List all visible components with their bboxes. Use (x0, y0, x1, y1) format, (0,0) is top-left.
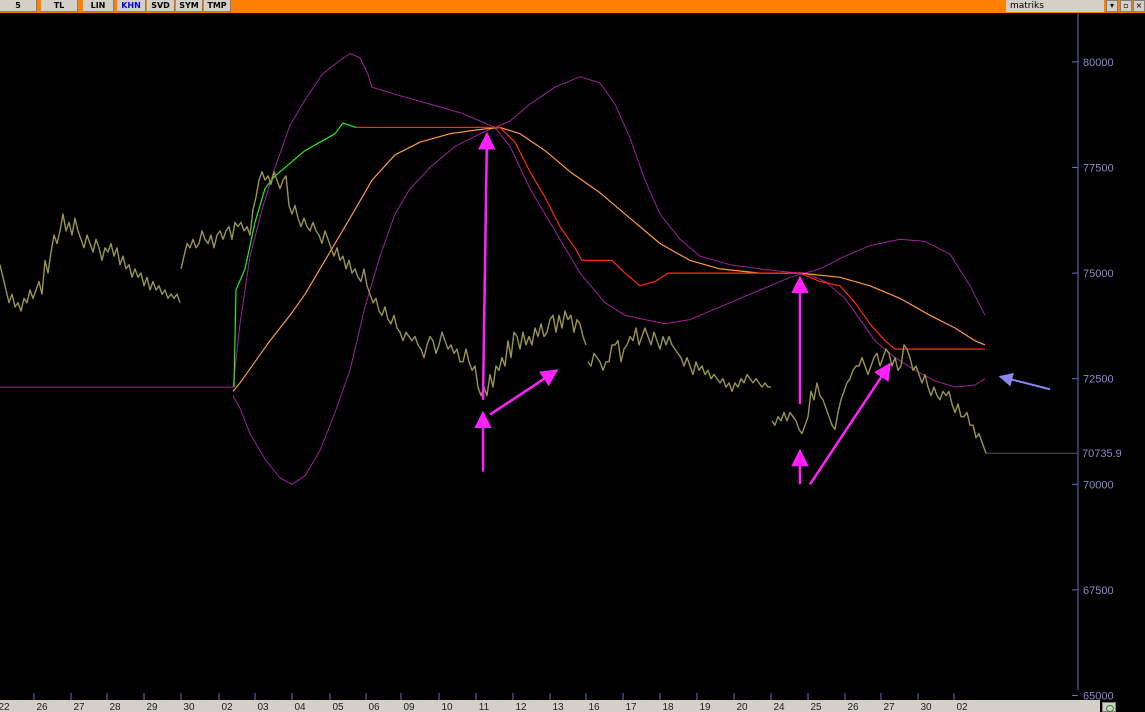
toolbar-lin-button[interactable]: LIN (83, 0, 114, 12)
brand-selector[interactable]: matriks (1006, 0, 1104, 12)
x-tick-label: 02 (221, 702, 233, 712)
brand-label: matriks (1010, 1, 1044, 11)
annotation-arrow-6 (808, 362, 892, 485)
price-chart: 6500067500700007250075000775008000070735… (0, 13, 1122, 712)
x-tick-label: 24 (773, 702, 785, 712)
close-icon[interactable]: × (1133, 0, 1145, 12)
chart-series (0, 53, 1078, 485)
x-tick-label: 26 (36, 702, 48, 712)
x-tick-label: 25 (810, 702, 822, 712)
x-tick-label: 03 (257, 702, 269, 712)
x-tick-label: 20 (736, 702, 748, 712)
y-tick-label: 70000 (1083, 479, 1114, 491)
blue-annotation-arrow (998, 372, 1051, 391)
y-tick-label: 67500 (1083, 585, 1114, 597)
x-tick-label: 16 (588, 702, 600, 712)
toolbar-svd-button[interactable]: SVD (147, 0, 175, 12)
y-tick-label: 80000 (1083, 57, 1114, 69)
x-tick-label: 13 (552, 702, 564, 712)
x-tick-label: 29 (146, 702, 158, 712)
lower-band-series (232, 126, 986, 485)
green-line-series (233, 122, 357, 388)
y-axis: 6500067500700007250075000775008000070735… (1072, 57, 1122, 703)
red-line-series (356, 126, 985, 350)
toolbar-tmp-button[interactable]: TMP (204, 0, 231, 12)
upper-band-series (0, 53, 986, 388)
last-value-label: 70735.9 (1082, 448, 1122, 460)
x-tick-label: 17 (625, 702, 637, 712)
x-tick-label: 06 (368, 702, 380, 712)
price-series (0, 171, 987, 454)
x-tick-label: 05 (332, 702, 344, 712)
toolbar-tl-button[interactable]: TL (41, 0, 78, 12)
middle-line-series (232, 126, 986, 392)
x-tick-label: 28 (109, 702, 121, 712)
y-tick-label: 72500 (1083, 374, 1114, 386)
refresh-icon[interactable] (1102, 702, 1116, 712)
date-bar (0, 700, 1100, 712)
x-tick-label: 04 (294, 702, 306, 712)
chart-annotations (474, 131, 1051, 485)
x-tick-label: 11 (479, 702, 490, 712)
x-tick-label: 27 (73, 702, 85, 712)
x-tick-label: 09 (403, 702, 415, 712)
y-tick-label: 77500 (1083, 163, 1114, 175)
window-button[interactable]: ▫ (1120, 0, 1132, 12)
x-axis: 22 26 27 28 29 30 02 03 04 05 06 09 10 11 12 13 16 17 18 19… (0, 693, 1100, 712)
x-tick-label: 12 (515, 702, 527, 712)
y-tick-label: 75000 (1083, 268, 1114, 280)
toolbar-sym-button[interactable]: SYM (176, 0, 203, 12)
toolbar-period-button[interactable]: 5 (0, 0, 37, 12)
annotation-arrow-2 (478, 131, 496, 400)
x-tick-label: 10 (441, 702, 453, 712)
toolbar-khn-button[interactable]: KHN (117, 0, 146, 12)
dropdown-arrow-icon[interactable]: ▾ (1106, 0, 1118, 12)
annotation-arrow-3 (489, 369, 559, 416)
x-tick-label: 19 (699, 702, 711, 712)
x-tick-label: 30 (183, 702, 195, 712)
x-tick-label: 26 (847, 702, 859, 712)
x-tick-label: 18 (662, 702, 674, 712)
x-tick-label: 27 (883, 702, 895, 712)
x-tick-label: 22 (0, 702, 10, 712)
chart-toolbar: 5 TL LIN KHN SVD SYM TMP matriks ▾ ▫ × (0, 0, 1145, 13)
x-tick-label: 02 (956, 702, 968, 712)
x-tick-label: 30 (920, 702, 932, 712)
